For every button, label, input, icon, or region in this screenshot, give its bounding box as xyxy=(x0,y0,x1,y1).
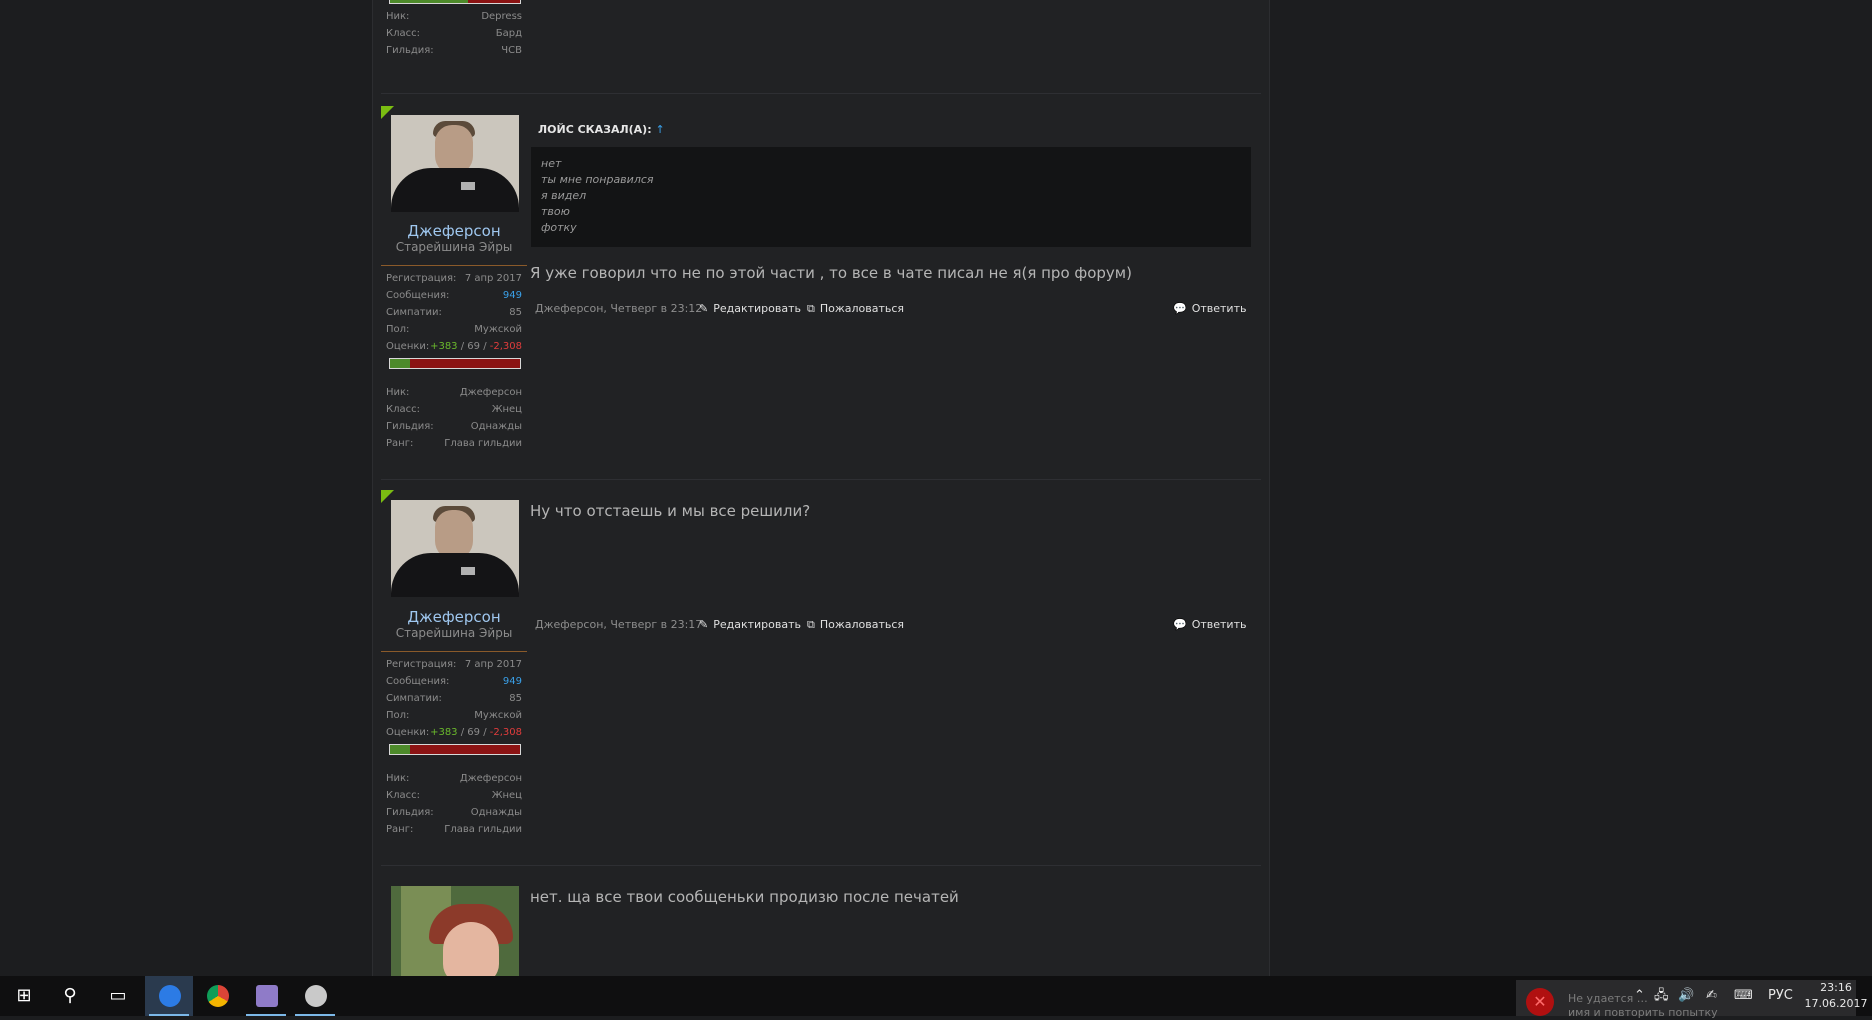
info-guild: Гильдия: ЧСВ xyxy=(386,45,522,56)
error-icon: ✕ xyxy=(1526,988,1554,1016)
chrome-icon xyxy=(207,985,229,1007)
quote-line: я видел xyxy=(541,189,587,202)
info-likes: Симпатии: 85 xyxy=(386,693,522,704)
info-ratings: Оценки: +383 / 69 / -2,308 xyxy=(386,727,522,738)
game-icon xyxy=(256,985,278,1007)
messages-count-link[interactable]: 949 xyxy=(503,290,522,301)
search-icon[interactable]: ⚲ xyxy=(46,976,94,1016)
edit-button[interactable]: ✎ Редактировать xyxy=(699,302,801,315)
quote-line: ты мне понравился xyxy=(541,173,654,186)
info-rank: Ранг: Глава гильдии xyxy=(386,824,522,835)
speech-bubble-icon: 💬 xyxy=(1173,618,1187,631)
user-title: Старейшина Эйры xyxy=(395,240,513,254)
post-divider xyxy=(381,479,1261,480)
keyboard-icon[interactable]: ⌨ xyxy=(1734,976,1753,1016)
clock[interactable]: 23:16 17.06.2017 xyxy=(1800,980,1872,1012)
taskbar-app-game[interactable] xyxy=(242,976,290,1016)
avatar[interactable] xyxy=(391,115,519,212)
messages-count-link[interactable]: 949 xyxy=(503,676,522,687)
pencil-icon: ✎ xyxy=(699,618,709,631)
post-message: нет. ща все твои сообщеньки продизю посл… xyxy=(530,888,959,906)
post-meta[interactable]: Джеферсон, Четверг в 23:12 xyxy=(535,302,702,315)
reply-button[interactable]: 💬 Ответить xyxy=(1173,618,1246,631)
info-nick: Ник: Джеферсон xyxy=(386,387,522,398)
paint-icon xyxy=(305,985,327,1007)
quote-line: нет xyxy=(541,157,562,170)
rating-bar-fill xyxy=(390,359,410,368)
info-gender: Пол: Мужской xyxy=(386,324,522,335)
post-divider xyxy=(381,93,1261,94)
speech-bubble-icon: 💬 xyxy=(1173,302,1187,315)
quote-line: твою xyxy=(541,205,570,218)
info-guild: Гильдия: Однажды xyxy=(386,421,522,432)
edit-button[interactable]: ✎ Редактировать xyxy=(699,618,801,631)
forum-thread: Ник: Depress Класс: Бард Гильдия: ЧСВ Джефе… xyxy=(372,0,1270,976)
tray-chevron-icon[interactable]: ⌃ xyxy=(1634,976,1645,1016)
username-link[interactable]: Джеферсон xyxy=(381,222,527,240)
quote-box: нет ты мне понравился я видел твою фотку xyxy=(531,147,1251,247)
quote-jump-arrow-icon[interactable]: ↑ xyxy=(655,123,664,136)
info-guild: Гильдия: Однажды xyxy=(386,807,522,818)
report-button[interactable]: ⧉ Пожаловаться xyxy=(807,618,904,632)
info-messages: Сообщения: 949 xyxy=(386,290,522,301)
info-ratings: Оценки: +383 / 69 / -2,308 xyxy=(386,341,522,352)
volume-icon[interactable]: 🔊 xyxy=(1678,976,1694,1016)
network-icon[interactable]: 🖧 xyxy=(1654,976,1669,1016)
quote-line: фотку xyxy=(541,221,577,234)
taskbar-app-chrome[interactable] xyxy=(193,976,241,1016)
quote-author: ЛОЙС СКАЗАЛ(А): ↑ xyxy=(538,123,665,136)
info-separator xyxy=(381,651,527,652)
info-registration: Регистрация: 7 апр 2017 xyxy=(386,659,522,670)
info-class: Класс: Бард xyxy=(386,28,522,39)
post-divider xyxy=(381,865,1261,866)
pen-icon[interactable]: ✍ xyxy=(1706,976,1717,1016)
avatar[interactable] xyxy=(391,886,519,976)
report-icon: ⧉ xyxy=(807,618,815,631)
info-registration: Регистрация: 7 апр 2017 xyxy=(386,273,522,284)
reply-button[interactable]: 💬 Ответить xyxy=(1173,302,1246,315)
info-class: Класс: Жнец xyxy=(386,790,522,801)
windows-start-icon[interactable]: ⊞ xyxy=(0,976,48,1016)
taskbar-app-browser[interactable] xyxy=(145,976,193,1016)
rating-bar xyxy=(389,744,521,755)
rating-bar xyxy=(389,0,521,4)
info-likes: Симпатии: 85 xyxy=(386,307,522,318)
rating-bar-fill xyxy=(390,745,410,754)
taskbar-app-paint[interactable] xyxy=(291,976,339,1016)
avatar[interactable] xyxy=(391,500,519,597)
pencil-icon: ✎ xyxy=(699,302,709,315)
username-link[interactable]: Джеферсон xyxy=(381,608,527,626)
report-icon: ⧉ xyxy=(807,302,815,315)
task-view-icon[interactable]: ▭ xyxy=(94,976,142,1016)
post-message: Я уже говорил что не по этой части , то … xyxy=(530,264,1132,282)
info-rank: Ранг: Глава гильдии xyxy=(386,438,522,449)
info-nick: Ник: Depress xyxy=(386,11,522,22)
language-indicator[interactable]: РУС xyxy=(1768,976,1793,1016)
user-title: Старейшина Эйры xyxy=(395,626,513,640)
post-message: Ну что отстаешь и мы все решили? xyxy=(530,502,811,520)
browser-icon xyxy=(159,985,181,1007)
info-gender: Пол: Мужской xyxy=(386,710,522,721)
info-nick: Ник: Джеферсон xyxy=(386,773,522,784)
info-messages: Сообщения: 949 xyxy=(386,676,522,687)
rating-bar xyxy=(389,358,521,369)
info-separator xyxy=(381,265,527,266)
info-class: Класс: Жнец xyxy=(386,404,522,415)
report-button[interactable]: ⧉ Пожаловаться xyxy=(807,302,904,316)
post-meta[interactable]: Джеферсон, Четверг в 23:17 xyxy=(535,618,702,631)
